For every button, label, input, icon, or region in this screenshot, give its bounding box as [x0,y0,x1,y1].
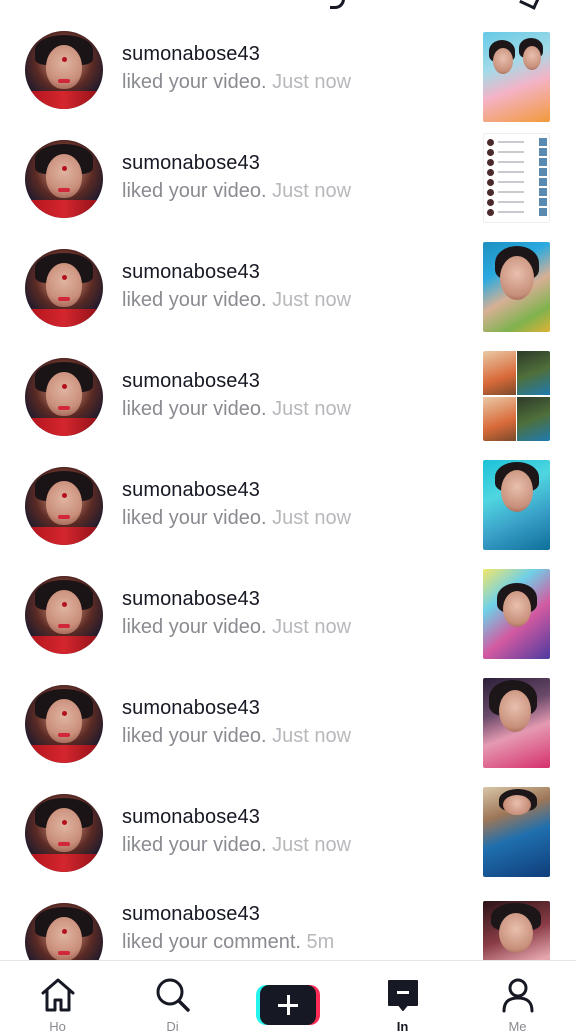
username-link[interactable]: sumonabose43 [122,43,260,66]
video-thumbnail[interactable] [483,678,550,768]
message-text: liked your video. [122,289,267,311]
activity-message: liked your video. Just now [122,289,351,312]
video-thumbnail[interactable] [483,351,550,441]
activity-list: sumonabose43 liked your video. Just now … [0,0,576,960]
message-text: liked your video. [122,71,267,93]
message-text: liked your video. [122,834,267,856]
activity-row[interactable]: sumonabose43 liked your video. Just now [0,451,576,560]
activity-message: liked your video. Just now [122,180,351,203]
avatar[interactable] [25,140,103,218]
profile-icon [502,978,533,1013]
message-text: liked your comment. [122,931,301,953]
video-thumbnail[interactable] [483,32,550,122]
activity-message: liked your video. Just now [122,725,351,748]
username-link[interactable]: sumonabose43 [122,697,260,720]
activity-row[interactable]: sumonabose43 liked your comment. 5m [0,887,576,960]
timestamp: Just now [272,71,352,93]
tab-discover[interactable]: Di [115,961,230,1034]
tab-label: Me [508,1019,527,1034]
username-link[interactable]: sumonabose43 [122,806,260,829]
activity-row[interactable]: sumonabose43 liked your video. Just now [0,15,576,124]
activity-row[interactable]: sumonabose43 liked your video. Just now [0,778,576,887]
tab-label: Ho [49,1019,66,1034]
tab-home[interactable]: Ho [0,961,115,1034]
tab-label: In [396,1019,409,1034]
message-text: liked your video. [122,398,267,420]
message-text: liked your video. [122,616,267,638]
activity-message: liked your video. Just now [122,398,351,421]
video-thumbnail[interactable] [483,133,550,223]
avatar[interactable] [25,794,103,872]
avatar[interactable] [25,31,103,109]
activity-row[interactable]: sumonabose43 liked your video. Just now [0,669,576,778]
tab-profile[interactable]: Me [460,961,575,1034]
username-link[interactable]: sumonabose43 [122,903,260,926]
username-link[interactable]: sumonabose43 [122,370,260,393]
timestamp: Just now [272,834,352,856]
message-text: liked your video. [122,180,267,202]
avatar[interactable] [25,903,103,960]
activity-message: liked your comment. 5m [122,931,334,954]
activity-message: liked your video. Just now [122,834,351,857]
tab-label: Di [166,1019,179,1034]
message-text: liked your video. [122,507,267,529]
activity-message: liked your video. Just now [122,507,351,530]
username-link[interactable]: sumonabose43 [122,261,260,284]
avatar[interactable] [25,249,103,327]
activity-message: liked your video. Just now [122,616,351,639]
activity-row[interactable]: sumonabose43 liked your video. Just now [0,560,576,669]
timestamp: Just now [272,616,352,638]
bottom-tab-bar: Ho Di In Me [0,960,576,1034]
video-thumbnail[interactable] [483,787,550,877]
avatar[interactable] [25,358,103,436]
activity-row[interactable]: sumonabose43 liked your video. Just now [0,124,576,233]
video-thumbnail[interactable] [483,460,550,550]
tab-inbox[interactable]: In [345,961,460,1034]
video-thumbnail[interactable] [483,242,550,332]
avatar[interactable] [25,467,103,545]
timestamp: Just now [272,725,352,747]
search-icon [156,978,190,1012]
timestamp: Just now [272,289,352,311]
home-icon [41,978,74,1012]
username-link[interactable]: sumonabose43 [122,588,260,611]
tab-create[interactable] [230,961,345,1025]
username-link[interactable]: sumonabose43 [122,479,260,502]
comment-thumbnail[interactable] [483,901,550,960]
activity-row[interactable]: sumonabose43 liked your video. Just now [0,233,576,342]
timestamp: 5m [306,931,335,953]
activity-row[interactable]: sumonabose43 liked your video. Just now [0,342,576,451]
timestamp: Just now [272,180,352,202]
create-plus-icon [256,985,320,1025]
video-thumbnail[interactable] [483,569,550,659]
timestamp: Just now [272,507,352,529]
inbox-icon [387,980,418,1011]
message-text: liked your video. [122,725,267,747]
avatar[interactable] [25,685,103,763]
username-link[interactable]: sumonabose43 [122,152,260,175]
avatar[interactable] [25,576,103,654]
timestamp: Just now [272,398,352,420]
activity-message: liked your video. Just now [122,71,351,94]
